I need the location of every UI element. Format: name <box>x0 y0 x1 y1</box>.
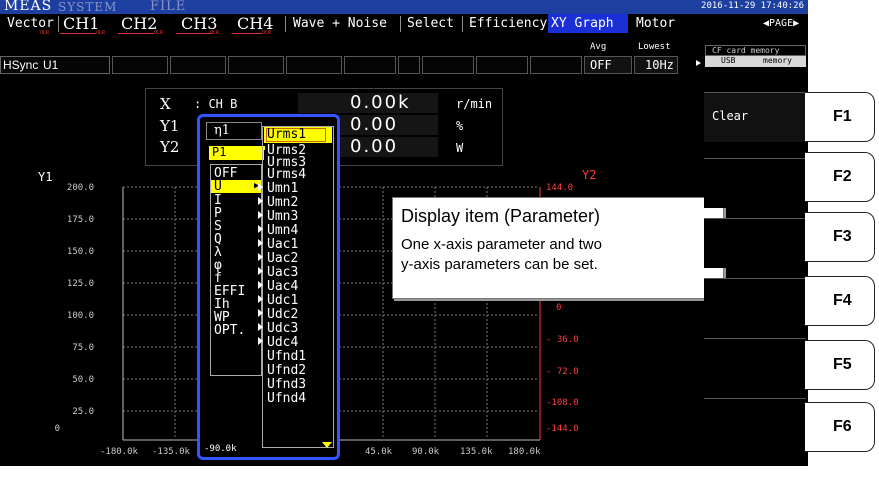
y1-tick-label: 100.0 <box>66 311 94 321</box>
parameter-item[interactable]: Umn4 <box>267 224 298 237</box>
parameter-item[interactable]: Udc4 <box>267 336 298 349</box>
f5-key-label: F5 <box>833 356 852 373</box>
parameter-item[interactable]: Urms4 <box>267 168 306 181</box>
category-item[interactable]: U <box>214 180 222 193</box>
y2-tick-label: -144.0 <box>546 424 579 434</box>
y2-tick-label: -108.0 <box>546 398 579 408</box>
y1-tick-label: 75.0 <box>72 343 94 353</box>
x-tick-label-partial: -90.0k <box>204 444 237 454</box>
y2-tick-label: - 36.0 <box>546 335 579 345</box>
parameter-item[interactable]: Uac3 <box>267 266 298 279</box>
softkey-display-f5 <box>704 338 806 388</box>
parameter-item[interactable]: Udc3 <box>267 322 298 335</box>
selected-category[interactable]: P1 <box>209 145 265 160</box>
parameter-item[interactable]: Ufnd4 <box>267 392 306 405</box>
parameter-item[interactable]: Ufnd1 <box>267 350 306 363</box>
f6-key-label: F6 <box>833 418 852 435</box>
scroll-down-icon[interactable] <box>322 442 332 448</box>
y1-tick-label: 175.0 <box>66 215 94 225</box>
parameter-item[interactable]: Ufnd3 <box>267 378 306 391</box>
x-tick-label: 90.0k <box>412 447 440 457</box>
instrument-screen: MEAS SYSTEM FILE 2016-11-29 17:40:26 Vec… <box>0 0 808 466</box>
f1-key[interactable]: F1 <box>805 92 875 142</box>
softkey-display-f1: Clear <box>704 92 806 142</box>
softkey-display-f4 <box>704 278 806 328</box>
callout-line-2: y-axis parameters can be set. <box>401 256 598 273</box>
softkey-f1-action: Clear <box>712 109 749 123</box>
softkey-display-f6 <box>704 398 806 448</box>
softkey-display-f2 <box>704 158 806 208</box>
parameter-item[interactable]: Udc1 <box>267 294 298 307</box>
parameter-item[interactable]: Umn1 <box>267 182 298 195</box>
parameter-item[interactable]: Urms1 <box>267 128 306 141</box>
parameter-item[interactable]: Udc2 <box>267 308 298 321</box>
y1-tick-label: 50.0 <box>72 375 94 385</box>
selected-category-label: P1 <box>212 145 227 159</box>
parameter-item[interactable]: Umn3 <box>267 210 298 223</box>
f2-key-label: F2 <box>833 168 852 185</box>
x-tick-label: 180.0k <box>508 447 541 457</box>
f3-key[interactable]: F3 <box>805 212 875 262</box>
callout-line-1: One x-axis parameter and two <box>401 236 602 253</box>
y1-tick-label: 125.0 <box>66 279 94 289</box>
info-callout: Display item (Parameter) One x-axis para… <box>392 197 724 299</box>
f4-key[interactable]: F4 <box>805 276 875 326</box>
f5-key[interactable]: F5 <box>805 340 875 390</box>
parameter-item[interactable]: Ufnd2 <box>267 364 306 377</box>
y2-tick-label: - 72.0 <box>546 367 579 377</box>
f2-key[interactable]: F2 <box>805 152 875 202</box>
category-item[interactable]: OPT. <box>214 324 245 337</box>
f1-key-label: F1 <box>833 108 852 125</box>
parameter-item[interactable]: Uac2 <box>267 252 298 265</box>
parameter-item[interactable]: Uac1 <box>267 238 298 251</box>
y1-tick-label: 25.0 <box>72 407 94 417</box>
parameter-item[interactable]: Umn2 <box>267 196 298 209</box>
y1-tick-label: 150.0 <box>66 247 94 257</box>
f4-key-label: F4 <box>833 292 852 309</box>
dropdown-header[interactable]: η1 <box>206 122 262 140</box>
x-tick-label: -180.0k <box>100 447 138 457</box>
f3-key-label: F3 <box>833 228 852 245</box>
f6-key[interactable]: F6 <box>805 402 875 452</box>
callout-title: Display item (Parameter) <box>401 206 601 226</box>
y2-tick-label: 144.0 <box>546 183 574 193</box>
y2-tick-label: 0 <box>556 303 562 313</box>
dropdown-header-label: η1 <box>214 123 231 138</box>
x-tick-label: 45.0k <box>365 447 393 457</box>
y1-tick-label: 200.0 <box>66 183 94 193</box>
submenu-arrow-icons <box>258 183 263 345</box>
y1-tick-label: 0 <box>54 424 60 434</box>
softkey-display-f3 <box>704 218 806 268</box>
parameter-item[interactable]: Uac4 <box>267 280 298 293</box>
x-tick-label: 135.0k <box>460 447 493 457</box>
x-tick-label: -135.0k <box>152 447 190 457</box>
